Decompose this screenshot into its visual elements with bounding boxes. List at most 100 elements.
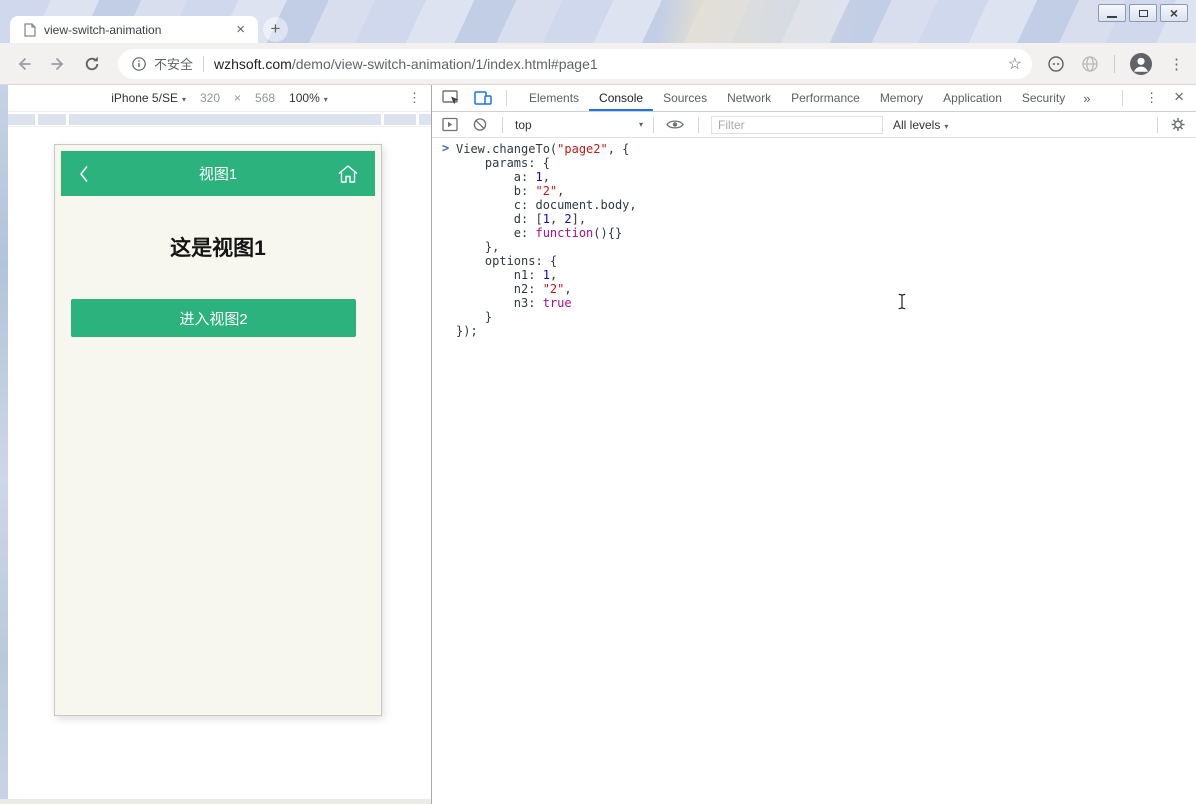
omnibox-divider: [203, 56, 204, 72]
devtools-panel: ElementsConsoleSourcesNetworkPerformance…: [431, 85, 1196, 804]
clear-console-icon[interactable]: [472, 117, 488, 132]
devtools-tab-elements[interactable]: Elements: [519, 85, 589, 111]
goto-view2-button[interactable]: 进入视图2: [71, 299, 356, 337]
console-separator: [502, 117, 503, 133]
window-controls: ×: [1098, 4, 1188, 22]
close-window-button[interactable]: ×: [1160, 4, 1188, 22]
back-chevron-icon[interactable]: [79, 165, 89, 183]
url-domain: wzhsoft.com: [214, 56, 292, 72]
info-icon[interactable]: [131, 56, 147, 72]
tab-title: view-switch-animation: [44, 23, 233, 37]
console-code-line: e: function(){}: [456, 226, 1196, 240]
console-input-code[interactable]: View.changeTo("page2", { params: { a: 1,…: [456, 142, 1196, 338]
toolbar-separator: [1114, 55, 1115, 73]
devtools-tab-sources[interactable]: Sources: [653, 85, 717, 111]
console-code-line: n2: "2",: [456, 282, 1196, 296]
console-messages-area[interactable]: > View.changeTo("page2", { params: { a: …: [432, 138, 1196, 804]
new-tab-button[interactable]: +: [263, 17, 288, 42]
console-separator: [653, 117, 654, 133]
console-code-line: b: "2",: [456, 184, 1196, 198]
more-tabs-button[interactable]: »: [1075, 91, 1098, 106]
home-icon[interactable]: [337, 164, 359, 184]
devtools-tab-memory[interactable]: Memory: [870, 85, 933, 111]
phone-page-title: 视图1: [199, 163, 237, 184]
phone-heading: 这是视图1: [55, 232, 381, 262]
device-toolbar: iPhone 5/SE▾ 320 × 568 100%▾ ⋮: [8, 85, 431, 112]
console-code-line: });: [456, 324, 1196, 338]
tab-close-icon[interactable]: ×: [233, 22, 248, 37]
live-expression-eye-icon[interactable]: [666, 117, 684, 132]
filter-input[interactable]: [711, 116, 883, 134]
devtools-tab-performance[interactable]: Performance: [781, 85, 870, 111]
console-code-line: n1: 1,: [456, 268, 1196, 282]
browser-tab[interactable]: view-switch-animation ×: [10, 16, 258, 43]
omnibox[interactable]: 不安全 wzhsoft.com/demo/view-switch-animati…: [118, 49, 1032, 79]
media-query-segment[interactable]: [384, 114, 416, 125]
console-code-line: n3: true: [456, 296, 1196, 310]
console-code-line: c: document.body,: [456, 198, 1196, 212]
media-query-segment[interactable]: [38, 114, 66, 125]
media-query-bar: [8, 112, 431, 127]
devtools-tab-security[interactable]: Security: [1012, 85, 1075, 111]
minimize-icon: [1107, 16, 1117, 18]
media-query-segment[interactable]: [69, 114, 381, 125]
media-query-segment[interactable]: [8, 114, 35, 125]
devtools-menu-icon[interactable]: ⋮: [1135, 90, 1168, 106]
security-label[interactable]: 不安全: [154, 54, 193, 73]
avatar[interactable]: [1129, 52, 1153, 76]
back-button[interactable]: [14, 54, 34, 74]
viewport-height-field[interactable]: 568: [255, 91, 275, 105]
dimension-times: ×: [234, 91, 241, 105]
console-code-line: a: 1,: [456, 170, 1196, 184]
console-code-line: params: {: [456, 156, 1196, 170]
reload-button[interactable]: [82, 54, 102, 74]
console-code-line: d: [1, 2],: [456, 212, 1196, 226]
devtools-tab-application[interactable]: Application: [933, 85, 1012, 111]
inspect-element-icon[interactable]: [442, 90, 460, 106]
log-level-select[interactable]: All levels▾: [893, 118, 948, 132]
device-select[interactable]: iPhone 5/SE▾: [111, 91, 186, 105]
console-settings-gear-icon[interactable]: [1170, 117, 1186, 132]
maximize-icon: [1139, 10, 1148, 17]
bookmark-star-icon[interactable]: ☆: [1008, 54, 1022, 74]
console-code-line: },: [456, 240, 1196, 254]
maximize-button[interactable]: [1129, 4, 1157, 22]
globe-icon[interactable]: [1080, 54, 1100, 74]
console-separator: [1157, 117, 1158, 133]
console-toolbar: top ▾ All levels▾: [432, 112, 1196, 138]
device-mode-pane: iPhone 5/SE▾ 320 × 568 100%▾ ⋮ 视图1 这是视图1…: [8, 85, 431, 804]
forward-button[interactable]: [48, 54, 68, 74]
media-query-segment[interactable]: [419, 114, 431, 125]
devtools-tab-network[interactable]: Network: [717, 85, 781, 111]
browser-toolbar: 不安全 wzhsoft.com/demo/view-switch-animati…: [0, 43, 1196, 85]
devtools-toolbar: ElementsConsoleSourcesNetworkPerformance…: [432, 85, 1196, 112]
minimize-button[interactable]: [1098, 4, 1126, 22]
devtools-close-icon[interactable]: ×: [1168, 87, 1196, 109]
text-cursor-icon: [896, 293, 908, 310]
phone-page-header: 视图1: [61, 151, 375, 196]
devtools-tab-console[interactable]: Console: [589, 85, 653, 111]
console-prompt: >: [442, 141, 449, 155]
devtools-tabs: ElementsConsoleSourcesNetworkPerformance…: [519, 85, 1075, 111]
devtools-separator: [506, 90, 507, 106]
console-code-line: options: {: [456, 254, 1196, 268]
window-left-edge: [0, 85, 8, 804]
context-selector[interactable]: top ▾: [515, 118, 643, 132]
url-text[interactable]: wzhsoft.com/demo/view-switch-animation/1…: [214, 56, 1000, 72]
chevron-down-icon: ▾: [182, 95, 186, 104]
viewport-width-field[interactable]: 320: [200, 91, 220, 105]
device-viewport: 视图1 这是视图1 进入视图2: [54, 144, 382, 716]
chevron-down-icon: ▾: [944, 122, 948, 131]
extension-icon[interactable]: [1046, 54, 1066, 74]
url-path: /demo/view-switch-animation/1/index.html…: [292, 56, 598, 72]
page-favicon-icon: [24, 23, 36, 37]
console-code-line: View.changeTo("page2", {: [456, 142, 1196, 156]
device-toolbar-toggle-icon[interactable]: [474, 90, 492, 106]
console-sidebar-toggle-icon[interactable]: [442, 117, 458, 132]
window-titlebar: view-switch-animation × + ×: [0, 0, 1196, 43]
device-toolbar-menu-icon[interactable]: ⋮: [408, 90, 421, 106]
chevron-down-icon: ▾: [639, 120, 643, 129]
browser-menu-icon[interactable]: ⋮: [1169, 55, 1184, 73]
console-code-line: }: [456, 310, 1196, 324]
zoom-select[interactable]: 100%▾: [289, 91, 328, 105]
